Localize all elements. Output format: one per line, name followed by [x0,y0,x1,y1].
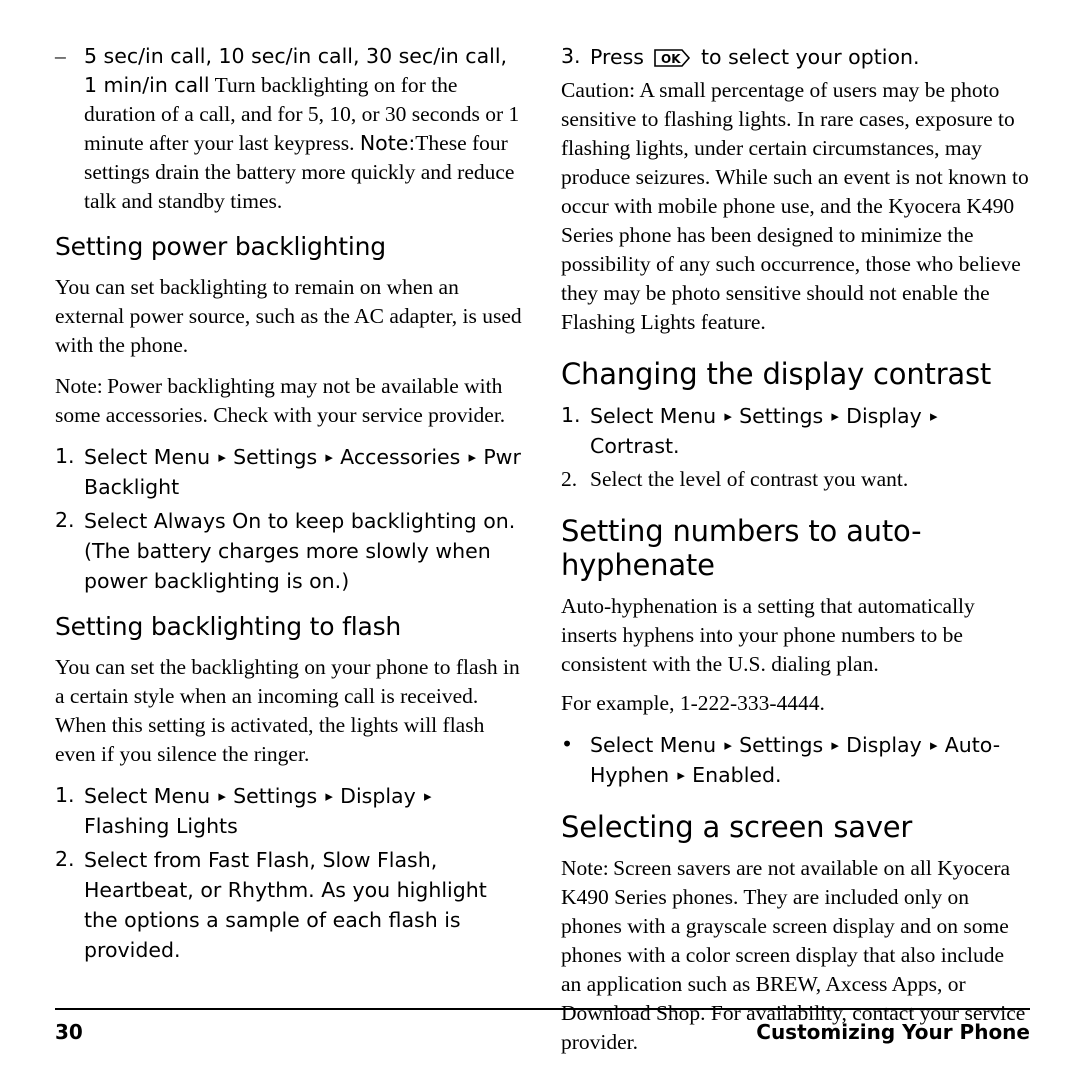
right-column: 3. Press OK to select your option. Cauti… [561,42,1029,1057]
step-press-ok: 3. Press OK to select your option. [561,42,1029,72]
chevron-right-icon [318,781,340,811]
bullet-marker: • [561,732,574,756]
step-text: Select the level of contrast you want. [590,467,909,491]
menu-path-item: Menu [153,784,211,808]
step-lead: Select [84,784,148,808]
bullet-auto-hyphen: • Select MenuSettingsDisplayAuto-HyphenE… [561,730,1029,790]
menu-path-item: Cortrast. [590,434,680,458]
step-marker: 1. [561,403,581,427]
chevron-right-icon [824,730,846,760]
step-marker: 2. [55,847,75,871]
menu-path-item: Menu [659,733,717,757]
caution-paragraph: Caution: A small percentage of users may… [561,76,1029,337]
step-lead: Select [590,404,654,428]
paragraph-auto-hyphen-example: For example, 1-222-333-4444. [561,691,825,715]
step-contrast-2: 2. Select the level of contrast you want… [561,465,1029,494]
note-label: Note: [561,856,609,880]
step-marker: 2. [55,508,75,532]
heading-setting-numbers-auto-hyphenate: Setting numbers to auto-hyphenate [561,514,922,582]
paragraph-power-backlighting: You can set backlighting to remain on wh… [55,275,522,357]
footer-divider [55,1008,1030,1010]
menu-path-item: Enabled. [692,763,782,787]
chevron-right-icon [670,760,692,790]
page-footer: 30 Customizing Your Phone [55,1020,1030,1044]
chevron-right-icon [923,401,945,431]
chevron-right-icon [211,781,233,811]
caution-label: Caution: [561,78,636,102]
step-text: to keep backlighting on. (The battery ch… [84,509,516,593]
note-label: Note: [359,131,416,155]
heading-selecting-screen-saver: Selecting a screen saver [561,810,913,844]
step-lead: Select [84,509,148,533]
chevron-right-icon [923,730,945,760]
dash-list-item: – 5 sec/in call, 10 sec/in call, 30 sec/… [55,42,523,216]
left-column: – 5 sec/in call, 10 sec/in call, 30 sec/… [55,42,523,1057]
note-label: Note: [55,374,103,398]
menu-path-item: Settings [739,733,824,757]
chevron-right-icon [461,442,483,472]
step-marker: 3. [561,44,581,68]
heading-changing-display-contrast: Changing the display contrast [561,357,992,391]
footer-chapter-title: Customizing Your Phone [756,1020,1030,1044]
step-lead: Select [84,445,148,469]
document-page: – 5 sec/in call, 10 sec/in call, 30 sec/… [0,0,1080,1080]
step-flash-2: 2. Select from Fast Flash, Slow Flash, H… [55,845,523,965]
chevron-right-icon [417,781,439,811]
chevron-right-icon [211,442,233,472]
heading-setting-backlighting-flash: Setting backlighting to flash [55,612,402,641]
step-marker: 1. [55,444,75,468]
menu-path-item: Settings [233,784,318,808]
note-power-backlighting: Note: Power backlighting may not be avai… [55,372,523,430]
menu-path-item: Menu [659,404,717,428]
menu-path-item: Flashing Lights [84,814,238,838]
step-flash-1: 1. Select Menu Settings Display Flashing Li… [55,781,523,841]
step-lead: Select from [84,848,202,872]
menu-path-item: Settings [739,404,824,428]
svg-text:OK: OK [661,52,681,66]
step-text: to select your option. [701,45,920,69]
note-text: Power backlighting may not be available … [55,374,506,427]
paragraph-auto-hyphenation: Auto-hyphenation is a setting that autom… [561,594,975,676]
page-number: 30 [55,1020,83,1044]
menu-path-item: Menu [153,445,211,469]
step-marker: 2. [561,467,578,491]
step-power-1: 1. Select MenuSettingsAccessoriesPwr Bac… [55,442,523,502]
step-power-2: 2. Select Always On to keep backlighting… [55,506,523,596]
menu-path-item: Display [846,404,922,428]
step-marker: 1. [55,783,75,807]
chevron-right-icon [318,442,340,472]
two-column-body: – 5 sec/in call, 10 sec/in call, 30 sec/… [55,42,1030,1057]
dash-marker: – [55,44,66,68]
paragraph-backlighting-flash: You can set the backlighting on your pho… [55,655,520,766]
ok-key-icon: OK [652,47,692,68]
step-value: Always On [153,509,262,533]
menu-path-item: Display [846,733,922,757]
step-contrast-1: 1. Select Menu Settings Display Cortrast. [561,401,1029,461]
step-lead: Select [590,733,654,757]
menu-path-item: Settings [233,445,318,469]
chevron-right-icon [717,401,739,431]
chevron-right-icon [824,401,846,431]
step-lead: Press [590,45,644,69]
menu-path-item: Display [340,784,416,808]
chevron-right-icon [717,730,739,760]
menu-path-item: Accessories [340,445,461,469]
heading-setting-power-backlighting: Setting power backlighting [55,232,386,261]
caution-text: A small percentage of users may be photo… [561,78,1029,334]
